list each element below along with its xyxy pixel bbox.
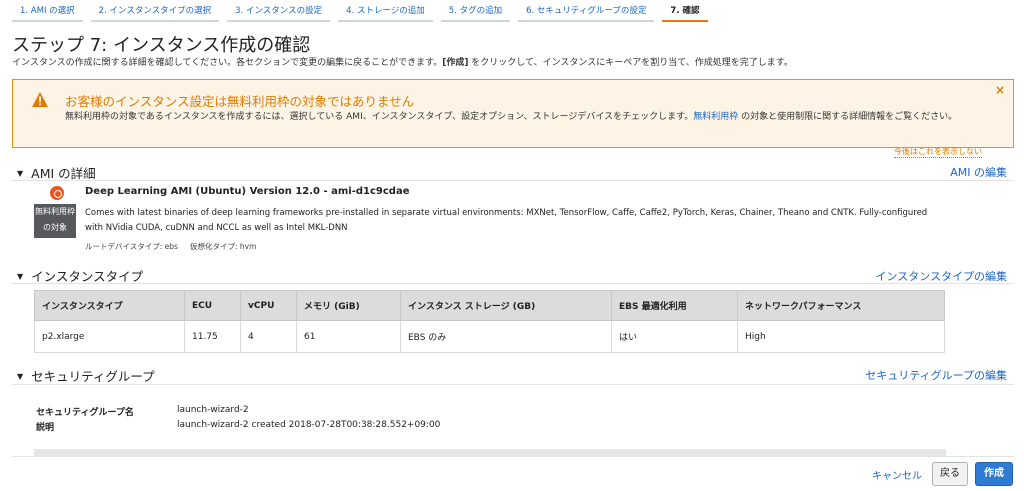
wizard-steps: 1. AMI の選択 2. インスタンスタイプの選択 3. インスタンスの設定 … [12, 4, 716, 22]
security-group-name-value: launch-wizard-2 [177, 405, 249, 415]
step-tab-configure-instance[interactable]: 3. インスタンスの設定 [227, 4, 331, 22]
warning-text: 無料利用枠の対象であるインスタンスを作成するには、選択している AMI、インスタ… [65, 112, 694, 122]
intro-text: インスタンスの作成に関する詳細を確認してください。各セクションで変更の編集に戻る… [12, 58, 443, 68]
table-cell: 4 [240, 320, 297, 353]
cancel-link[interactable]: キャンセル [872, 467, 922, 482]
instance-type-section-title: インスタンスタイプ [31, 269, 144, 284]
warning-body: 無料利用枠の対象であるインスタンスを作成するには、選択している AMI、インスタ… [65, 110, 990, 124]
column-header: vCPU [240, 290, 297, 321]
security-group-section-header[interactable]: ▼ セキュリティグループ [17, 366, 155, 385]
virtualization-type: 仮想化タイプ: hvm [189, 242, 257, 251]
security-group-description-value: launch-wizard-2 created 2018-07-28T00:38… [177, 420, 441, 430]
ubuntu-logo-icon [50, 186, 64, 200]
column-header: ECU [184, 290, 241, 321]
step-tab-review[interactable]: 7. 確認 [662, 4, 708, 22]
free-tier-warning: お客様のインスタンス設定は無料利用枠の対象ではありません 無料利用枠の対象である… [12, 79, 1014, 148]
edit-ami-link[interactable]: AMI の編集 [950, 164, 1007, 180]
ami-section-title: AMI の詳細 [31, 166, 96, 181]
launch-button[interactable]: 作成 [975, 462, 1013, 486]
collapse-triangle-icon: ▼ [17, 169, 24, 178]
edit-instance-type-link[interactable]: インスタンスタイプの編集 [875, 268, 1007, 284]
collapse-triangle-icon: ▼ [17, 372, 24, 381]
instance-type-table: インスタンスタイプ ECU vCPU メモリ (GiB) インスタンス ストレー… [34, 290, 945, 353]
page-intro: インスタンスの作成に関する詳細を確認してください。各セクションで変更の編集に戻る… [12, 55, 793, 68]
step-tab-security-group[interactable]: 6. セキュリティグループの設定 [518, 4, 655, 22]
section-divider [12, 456, 1014, 457]
section-divider [12, 384, 1014, 385]
intro-text-end: をクリックして、インスタンスにキーペアを割り当て、作成処理を完了します。 [468, 58, 793, 68]
security-rules-table-placeholder [34, 449, 946, 456]
table-header-row: インスタンスタイプ ECU vCPU メモリ (GiB) インスタンス ストレー… [34, 290, 945, 321]
edit-security-group-link[interactable]: セキュリティグループの編集 [865, 367, 1007, 383]
table-row: p2.xlarge 11.75 4 61 EBS のみ はい High [34, 320, 945, 353]
security-group-section-title: セキュリティグループ [31, 369, 155, 384]
step-tab-add-storage[interactable]: 4. ストレージの追加 [338, 4, 433, 22]
back-button[interactable]: 戻る [932, 462, 968, 486]
intro-create-keyword: [作成] [442, 58, 469, 68]
badge-line: 無料利用枠 [35, 207, 75, 216]
ami-description: Comes with latest binaries of deep learn… [85, 208, 928, 233]
security-group-description-label: 説明 [36, 423, 55, 433]
column-header: ネットワークパフォーマンス [737, 290, 945, 321]
column-header: メモリ (GiB) [296, 290, 401, 321]
warning-icon [32, 92, 48, 107]
free-tier-link[interactable]: 無料利用枠 [693, 112, 738, 122]
step-tab-choose-ami[interactable]: 1. AMI の選択 [12, 4, 83, 22]
section-divider [12, 180, 1014, 181]
table-cell: p2.xlarge [34, 320, 185, 353]
table-cell: High [737, 320, 945, 353]
page-title: ステップ 7: インスタンス作成の確認 [12, 35, 311, 56]
warning-title: お客様のインスタンス設定は無料利用枠の対象ではありません [65, 94, 415, 109]
root-device-type: ルートデバイスタイプ: ebs [85, 242, 178, 251]
free-tier-badge: 無料利用枠 の対象 [34, 204, 76, 238]
security-group-name-label: セキュリティグループ名 [36, 408, 134, 418]
step-tab-add-tags[interactable]: 5. タグの追加 [440, 4, 511, 22]
collapse-triangle-icon: ▼ [17, 272, 24, 281]
table-cell: 11.75 [184, 320, 241, 353]
table-cell: EBS のみ [400, 320, 612, 353]
ami-name: Deep Learning AMI (Ubuntu) Version 12.0 … [85, 186, 410, 197]
ami-metadata: ルートデバイスタイプ: ebs 仮想化タイプ: hvm [85, 241, 268, 252]
table-cell: 61 [296, 320, 401, 353]
badge-line: の対象 [43, 223, 67, 232]
dont-show-again-link[interactable]: 今後はこれを表示しない [894, 146, 982, 158]
table-cell: はい [611, 320, 738, 353]
step-tab-choose-instance-type[interactable]: 2. インスタンスタイプの選択 [90, 4, 220, 22]
warning-text-end: の対象と使用制限に関する詳細情報をご覧ください。 [738, 112, 958, 122]
section-divider [12, 283, 1014, 284]
column-header: EBS 最適化利用 [611, 290, 738, 321]
close-icon[interactable]: × [995, 83, 1005, 97]
column-header: インスタンスタイプ [34, 290, 185, 321]
column-header: インスタンス ストレージ (GB) [400, 290, 612, 321]
